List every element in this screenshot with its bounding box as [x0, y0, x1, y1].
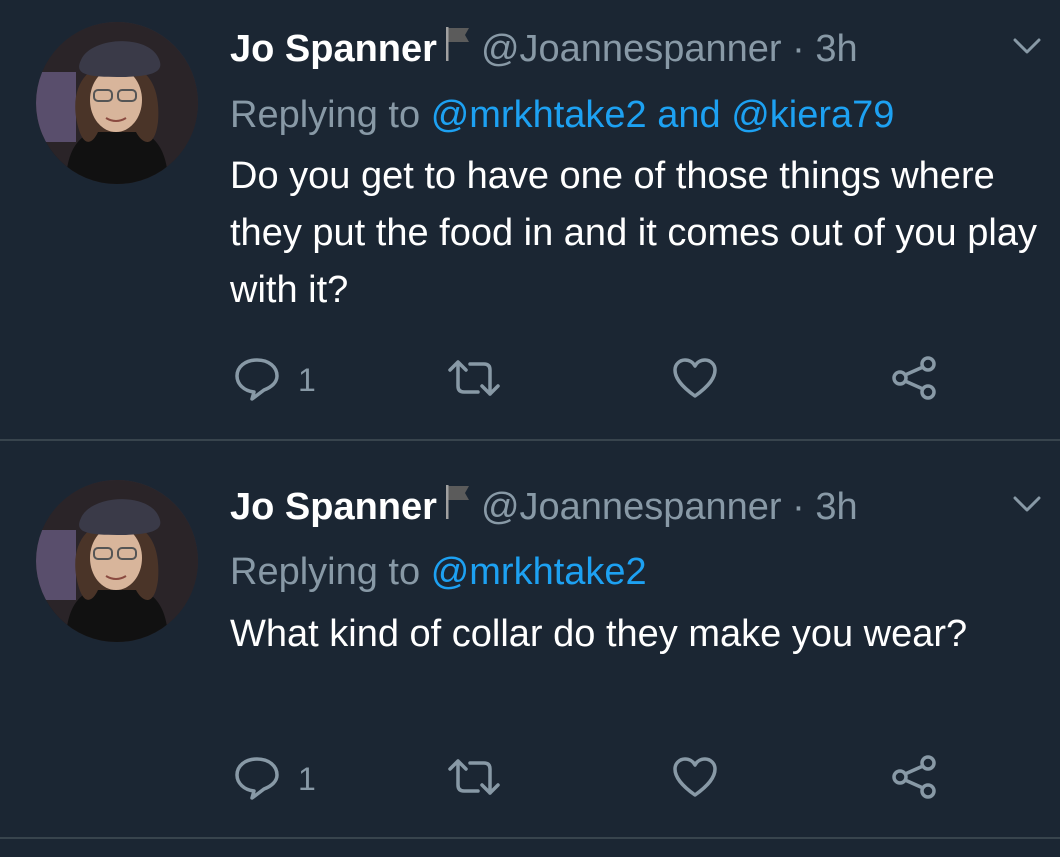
reply-count: 1 [298, 361, 316, 398]
flag-icon [443, 481, 473, 536]
mention-conjunction: and [657, 94, 721, 136]
share-button[interactable] [888, 749, 940, 809]
share-button[interactable] [888, 350, 940, 410]
mention-link[interactable]: @mrkhtake2 [431, 551, 647, 593]
tweet-text: Do you get to have one of those things w… [230, 155, 1037, 311]
share-icon [888, 754, 940, 804]
retweet-button[interactable] [446, 749, 502, 809]
tweet-actions: 1 [0, 749, 1060, 809]
replying-to: Replying to @mrkhtake2 and @kiera79 [230, 88, 894, 142]
speech-bubble-icon [232, 753, 282, 806]
reply-button[interactable]: 1 [232, 749, 316, 809]
replying-to: Replying to @mrkhtake2 [230, 545, 647, 599]
mention-link[interactable]: @kiera79 [731, 94, 894, 136]
avatar[interactable] [36, 22, 198, 184]
tweet-time[interactable]: 3h [815, 28, 857, 70]
chevron-down-icon[interactable] [1012, 36, 1042, 61]
tweet-header: Jo Spanner @Joannespanner · 3h [230, 480, 858, 534]
tweet-text: What kind of collar do they make you wea… [230, 613, 968, 655]
share-icon [888, 355, 940, 405]
separator-dot: · [792, 486, 805, 528]
tweet-header: Jo Spanner @Joannespanner · 3h [230, 22, 858, 76]
author-name[interactable]: Jo Spanner [230, 486, 437, 528]
heart-icon [671, 356, 719, 405]
flag-icon [443, 23, 473, 78]
separator-dot: · [792, 28, 805, 70]
replying-label: Replying to [230, 551, 421, 593]
avatar[interactable] [36, 480, 198, 642]
retweet-button[interactable] [446, 350, 502, 410]
author-name[interactable]: Jo Spanner [230, 28, 437, 70]
reply-count: 1 [298, 760, 316, 797]
retweet-icon [446, 755, 502, 804]
like-button[interactable] [671, 749, 719, 809]
heart-icon [671, 755, 719, 804]
chevron-down-icon[interactable] [1012, 494, 1042, 519]
tweet[interactable]: Jo Spanner @Joannespanner · 3h Replying t… [0, 0, 1060, 441]
like-button[interactable] [671, 350, 719, 410]
author-handle[interactable]: @Joannespanner [481, 486, 782, 528]
reply-button[interactable]: 1 [232, 350, 316, 410]
replying-label: Replying to [230, 94, 421, 136]
tweet-actions: 1 [0, 350, 1060, 410]
tweet[interactable]: Jo Spanner @Joannespanner · 3h Replying t… [0, 441, 1060, 839]
tweet-time[interactable]: 3h [815, 486, 857, 528]
speech-bubble-icon [232, 354, 282, 407]
mention-link[interactable]: @mrkhtake2 [431, 94, 647, 136]
author-handle[interactable]: @Joannespanner [481, 28, 782, 70]
retweet-icon [446, 356, 502, 405]
